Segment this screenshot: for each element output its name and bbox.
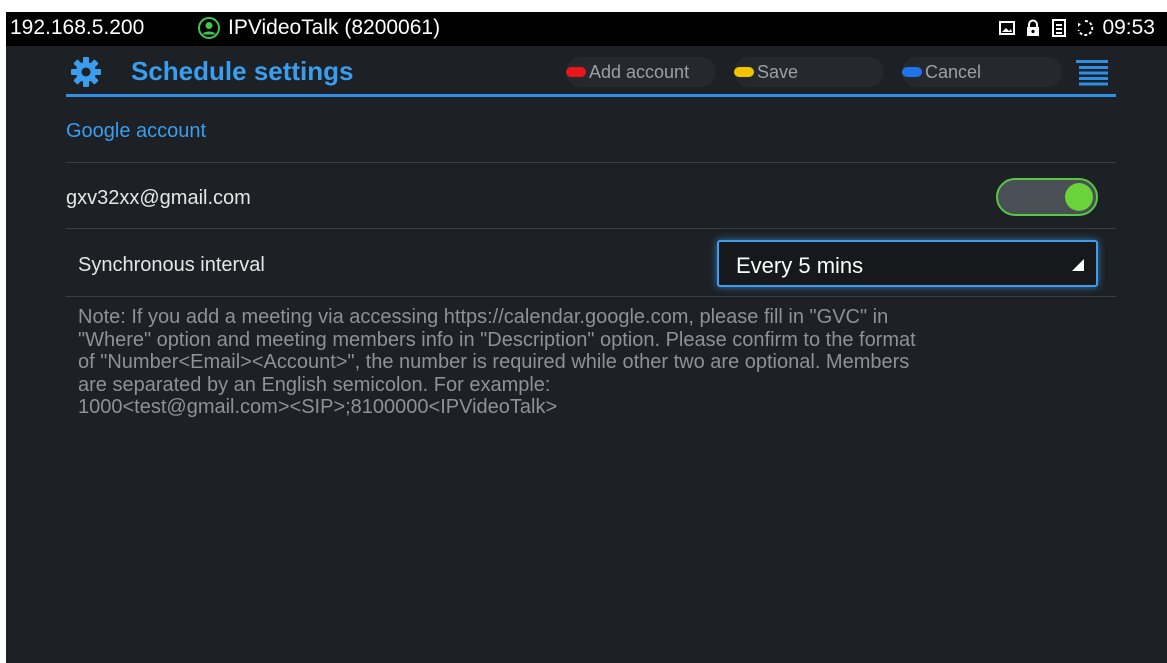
header-bar: Schedule settings Add account Save Cance… <box>6 46 1167 98</box>
account-toggle[interactable] <box>996 178 1098 216</box>
device-screen: 192.168.5.200 IPVideoTalk (8200061) 09:5… <box>6 12 1167 663</box>
clock: 09:53 <box>1102 16 1155 39</box>
sync-interval-label: Synchronous interval <box>78 254 265 276</box>
note-line: 1000<test@gmail.com><SIP>;8100000<IPVide… <box>78 396 558 418</box>
image-icon <box>999 21 1016 35</box>
yellow-key-icon <box>734 67 754 77</box>
divider <box>66 296 1116 297</box>
note-line: are separated by an English semicolon. F… <box>78 373 551 396</box>
ip-address: 192.168.5.200 <box>10 16 145 39</box>
menu-icon[interactable] <box>1076 60 1108 86</box>
cancel-label: Cancel <box>925 61 982 82</box>
sync-interval-value: Every 5 mins <box>736 253 864 278</box>
cancel-button[interactable]: Cancel <box>902 57 1062 87</box>
add-account-label: Add account <box>589 61 690 82</box>
sync-icon <box>1077 19 1094 36</box>
add-account-button[interactable]: Add account <box>566 57 716 87</box>
dropdown-arrow-icon <box>1072 259 1084 271</box>
note-line: "Where" option and meeting members info … <box>78 328 916 351</box>
page-title: Schedule settings <box>131 56 354 86</box>
sim-icon <box>1052 19 1067 37</box>
blue-key-icon <box>902 67 922 77</box>
note-line: of "Number<Email><Account>", the number … <box>78 351 910 373</box>
account-icon <box>198 17 220 39</box>
note-line: Note: If you add a meeting via accessing… <box>78 306 889 328</box>
note-text: Note: If you add a meeting via accessing… <box>78 306 1118 419</box>
status-icons: 09:53 <box>998 16 1155 40</box>
status-bar: 192.168.5.200 IPVideoTalk (8200061) 09:5… <box>6 12 1167 46</box>
gear-icon <box>71 57 101 87</box>
section-title-google: Google account <box>66 120 207 142</box>
divider <box>66 228 1116 229</box>
lock-icon <box>1027 19 1040 36</box>
sync-interval-select[interactable]: Every 5 mins <box>717 240 1098 287</box>
toggle-knob <box>1065 183 1093 211</box>
red-key-icon <box>566 67 586 77</box>
sip-account: IPVideoTalk (8200061) <box>228 16 441 39</box>
divider <box>66 162 1116 163</box>
save-label: Save <box>757 61 799 82</box>
account-email: gxv32xx@gmail.com <box>66 187 251 209</box>
save-button[interactable]: Save <box>734 57 884 87</box>
header-divider <box>66 94 1116 97</box>
